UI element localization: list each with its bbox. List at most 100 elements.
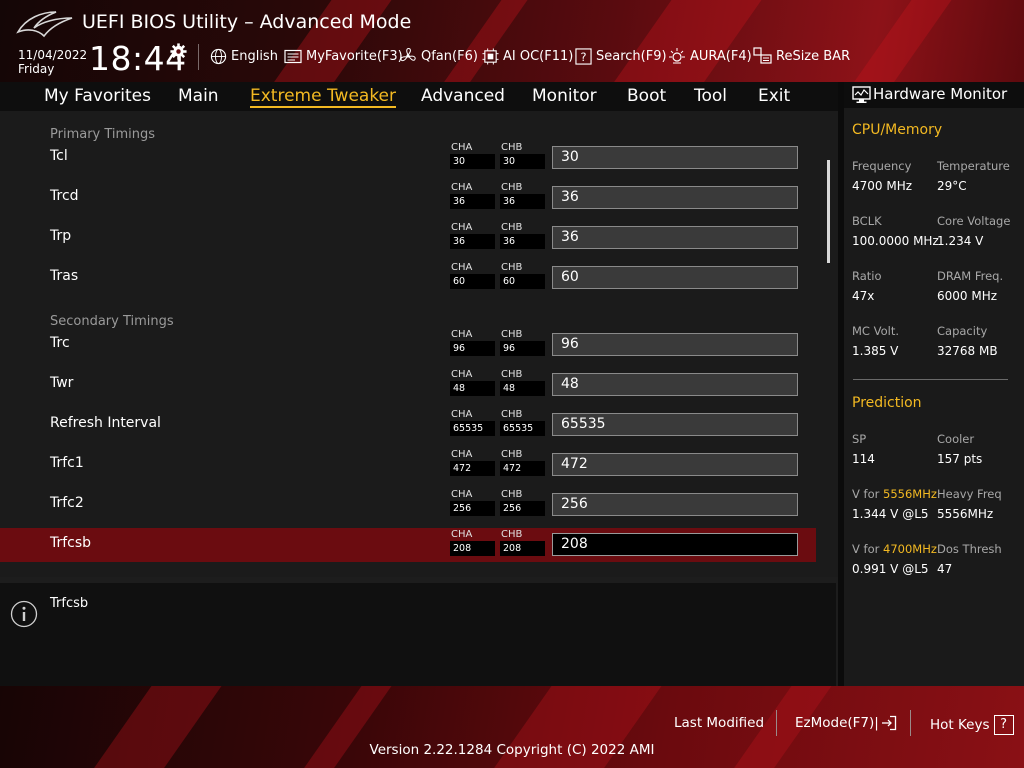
search-button[interactable]: ? Search(F9): [575, 46, 667, 66]
ai-oc-button[interactable]: AI OC(F11): [482, 46, 573, 66]
setting-label: Tcl: [50, 148, 68, 164]
exit-to-ezmode-icon: [881, 715, 896, 731]
day-display: Friday: [18, 62, 55, 76]
setting-label: Trfc2: [50, 495, 84, 511]
value-input[interactable]: 48: [552, 373, 798, 396]
value-input[interactable]: 60: [552, 266, 798, 289]
cha-label: CHA: [451, 449, 473, 460]
chb-label: CHB: [501, 329, 523, 340]
aura-label: AURA(F4): [690, 48, 752, 64]
hardware-monitor-divider: [853, 379, 1008, 380]
frequency-label: Frequency: [852, 159, 912, 173]
setting-row[interactable]: Tras CHA 60 CHB 60 60: [0, 261, 816, 295]
language-button[interactable]: English: [210, 46, 278, 66]
footer-divider: [910, 710, 911, 736]
dram-freq-value: 6000 MHz: [937, 289, 998, 303]
setting-label: Twr: [50, 375, 74, 391]
aura-button[interactable]: AURA(F4): [668, 46, 752, 66]
main-panel: My Favorites Main Extreme Tweaker Advanc…: [0, 82, 838, 686]
search-icon: ?: [575, 47, 592, 65]
setting-row[interactable]: Trfc1 CHA 472 CHB 472 472: [0, 448, 816, 482]
ai-oc-icon: [482, 47, 499, 65]
header-bar: UEFI BIOS Utility – Advanced Mode 11/04/…: [0, 0, 1024, 82]
setting-row[interactable]: Trfc2 CHA 256 CHB 256 256: [0, 488, 816, 522]
mc-volt-label: MC Volt.: [852, 324, 899, 338]
section-header-primary-timings: Primary Timings: [50, 127, 156, 142]
cha-label: CHA: [451, 262, 473, 273]
frequency-value: 4700 MHz: [852, 179, 913, 193]
value-input[interactable]: 36: [552, 186, 798, 209]
value-input[interactable]: 96: [552, 333, 798, 356]
tab-boot[interactable]: Boot: [627, 86, 666, 106]
ezmode-button[interactable]: EzMode(F7)|: [795, 715, 897, 731]
tab-tool[interactable]: Tool: [694, 86, 727, 106]
rog-logo: [16, 11, 73, 38]
cha-label: CHA: [451, 489, 473, 500]
setting-row[interactable]: Refresh Interval CHA 65535 CHB 65535 65535: [0, 408, 816, 442]
temperature-value: 29°C: [937, 179, 967, 193]
capacity-label: Capacity: [937, 324, 988, 338]
cha-value: 30: [450, 154, 495, 169]
value-input[interactable]: 65535: [552, 413, 798, 436]
footer-bar: Last Modified EzMode(F7)| Hot Keys ? Ver…: [0, 686, 1024, 768]
myfavorite-button[interactable]: MyFavorite(F3): [284, 46, 403, 66]
cha-value: 48: [450, 381, 495, 396]
scrollbar[interactable]: [827, 160, 830, 263]
gear-icon[interactable]: [170, 43, 187, 60]
chb-value: 256: [500, 501, 545, 516]
value-input[interactable]: 30: [552, 146, 798, 169]
help-question-icon: ?: [993, 715, 1014, 735]
svg-text:?: ?: [580, 49, 586, 63]
cha-value: 36: [450, 194, 495, 209]
globe-icon: [210, 48, 227, 64]
setting-row[interactable]: Trc CHA 96 CHB 96 96: [0, 328, 816, 362]
aura-icon: [669, 48, 685, 64]
tab-exit[interactable]: Exit: [758, 86, 790, 106]
setting-label: Trfcsb: [50, 535, 92, 551]
chb-label: CHB: [501, 142, 523, 153]
resize-bar-button[interactable]: ReSize BAR: [753, 46, 850, 66]
qfan-button[interactable]: Qfan(F6): [399, 46, 478, 66]
setting-row[interactable]: Trfcsb CHA 208 CHB 208 208: [0, 528, 816, 562]
setting-row[interactable]: Trp CHA 36 CHB 36 36: [0, 221, 816, 255]
tab-advanced[interactable]: Advanced: [421, 86, 505, 106]
value-input[interactable]: 256: [552, 493, 798, 516]
setting-label: Trfc1: [50, 455, 84, 471]
ezmode-label: EzMode(F7)|: [795, 715, 879, 731]
temperature-label: Temperature: [937, 159, 1010, 173]
setting-row[interactable]: Tcl CHA 30 CHB 30 30: [0, 141, 816, 175]
fan-icon: [400, 47, 416, 62]
value-input[interactable]: 36: [552, 226, 798, 249]
settings-list: Primary Timings Secondary Timings Tcl CHA…: [0, 111, 838, 577]
section-header-secondary-timings: Secondary Timings: [50, 314, 174, 329]
core-voltage-label: Core Voltage: [937, 214, 1011, 228]
chb-value: 36: [500, 234, 545, 249]
hot-keys-label: Hot Keys: [930, 717, 990, 733]
version-text: Version 2.22.1284 Copyright (C) 2022 AMI: [369, 742, 655, 758]
bclk-label: BCLK: [852, 214, 882, 228]
header-divider: [198, 44, 199, 70]
cha-value: 65535: [450, 421, 495, 436]
v-for-prefix: V for: [852, 487, 883, 501]
hardware-monitor-title: Hardware Monitor: [873, 85, 1008, 103]
cha-label: CHA: [451, 529, 473, 540]
chb-label: CHB: [501, 262, 523, 273]
language-label: English: [231, 48, 278, 64]
setting-row[interactable]: Trcd CHA 36 CHB 36 36: [0, 181, 816, 215]
cha-label: CHA: [451, 329, 473, 340]
value-input[interactable]: 208: [552, 533, 798, 556]
cha-value: 472: [450, 461, 495, 476]
value-input[interactable]: 472: [552, 453, 798, 476]
setting-label: Tras: [50, 268, 79, 284]
tab-monitor[interactable]: Monitor: [532, 86, 597, 106]
tab-main[interactable]: Main: [178, 86, 219, 106]
resize-bar-icon: [753, 47, 772, 64]
tab-my-favorites[interactable]: My Favorites: [44, 86, 151, 106]
chb-value: 472: [500, 461, 545, 476]
tab-extreme-tweaker[interactable]: Extreme Tweaker: [250, 86, 397, 108]
dos-thresh-label: Dos Thresh: [937, 542, 1002, 556]
v-for-freq-1-value: 1.344 V @L5: [852, 507, 929, 521]
setting-row[interactable]: Twr CHA 48 CHB 48 48: [0, 368, 816, 402]
hot-keys-button[interactable]: Hot Keys ?: [930, 715, 1014, 735]
last-modified-button[interactable]: Last Modified: [674, 715, 764, 731]
